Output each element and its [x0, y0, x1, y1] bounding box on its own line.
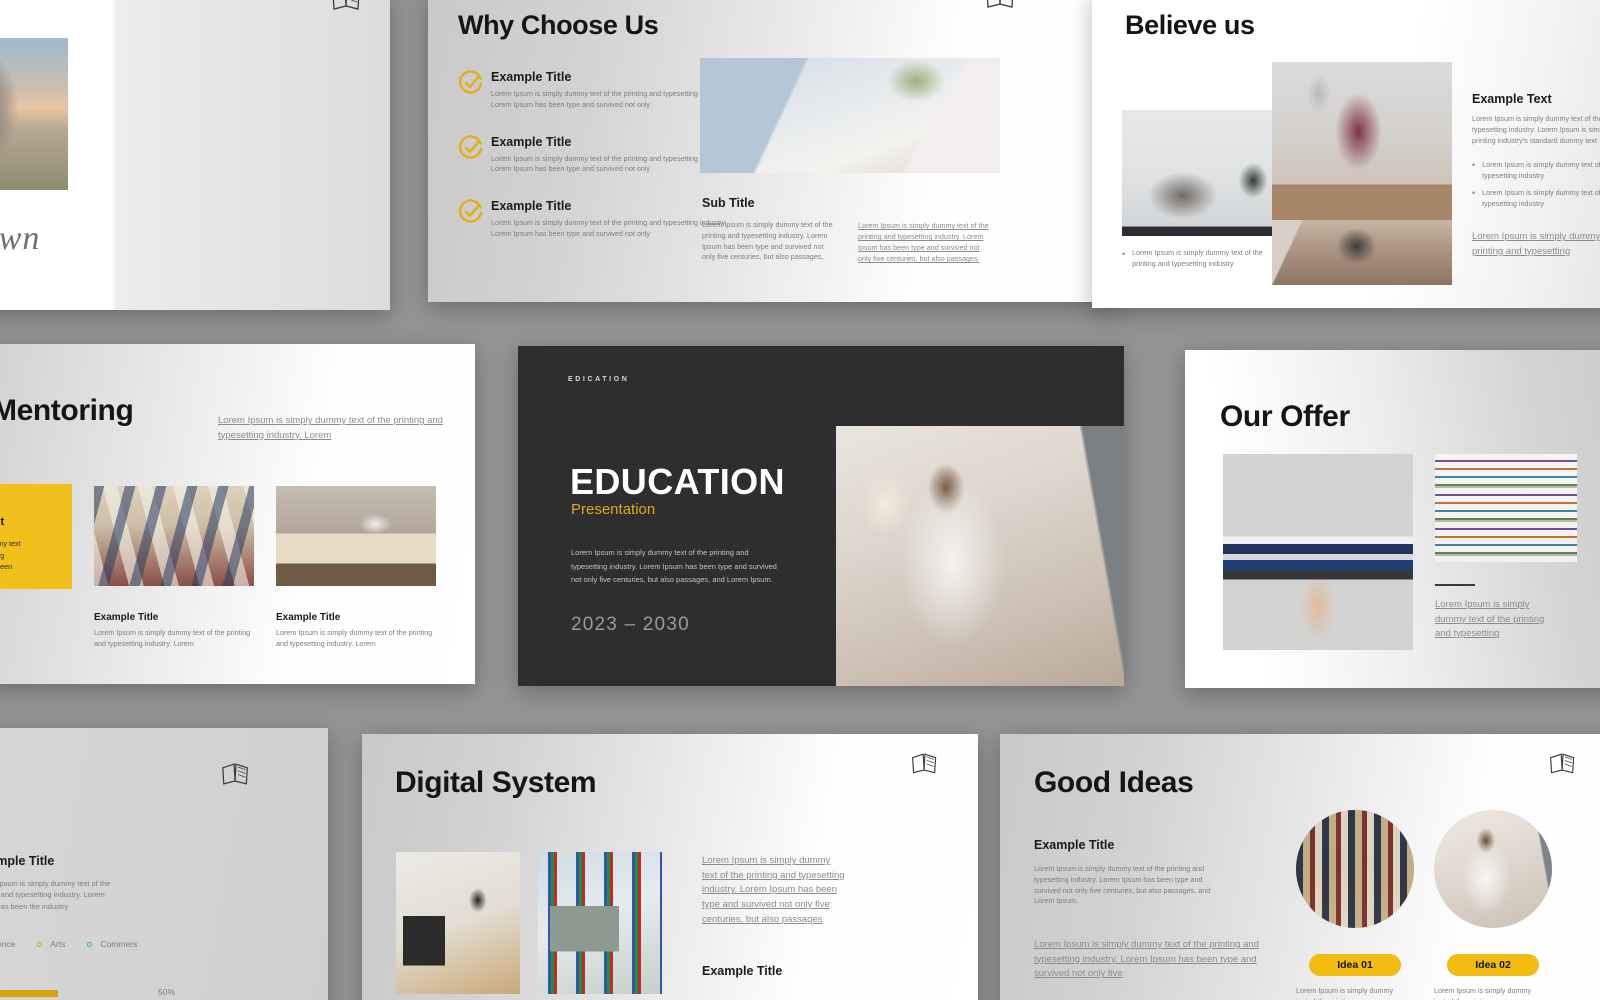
open-book-icon	[1548, 750, 1578, 776]
brown-intro-image	[0, 38, 68, 190]
mentoring-title: Mentoring	[0, 394, 134, 427]
idea-card[interactable]: Idea 02 Lorem Ipsum is simply dummy text…	[1434, 810, 1552, 1000]
legend-marker-arts	[37, 941, 43, 947]
legend-label-arts: Arts	[50, 939, 66, 949]
mentoring-card-title: Example Title	[94, 612, 159, 623]
believe-us-right-bullet-text: Lorem Ipsum is simply dummy text of the …	[1482, 188, 1600, 208]
our-offer-image-left	[1223, 454, 1413, 650]
digital-system-image-left	[396, 852, 520, 994]
believe-us-right-bullet: • Lorem Ipsum is simply dummy text of th…	[1472, 188, 1600, 210]
idea-card-image	[1434, 810, 1552, 928]
idea-card[interactable]: Idea 01 Lorem Ipsum is simply dummy text…	[1296, 810, 1414, 1000]
believe-us-title: Believe us	[1125, 10, 1255, 40]
mentoring-card[interactable]: Example Title Lorem Ipsum is simply dumm…	[276, 486, 436, 650]
mentoring-card-image	[94, 486, 254, 586]
open-book-icon	[910, 750, 940, 776]
good-ideas-link[interactable]: Lorem Ipsum is simply dummy text of the …	[1034, 938, 1260, 982]
believe-us-right-link[interactable]: Lorem Ipsum is simply dummy text of the …	[1472, 230, 1600, 259]
education-eyebrow: EDICATION	[568, 376, 630, 383]
idea-card-body: Lorem Ipsum is simply dummy text of the …	[1434, 986, 1532, 1000]
digital-system-slide[interactable]: Digital System Lorem Ipsum is simply dum…	[362, 734, 978, 1000]
progress-bar-fill	[0, 990, 58, 997]
open-book-icon	[984, 0, 1018, 10]
believe-us-image-right-top	[1272, 62, 1452, 220]
education-image	[836, 426, 1124, 686]
education-title: EDUCATION	[570, 461, 785, 502]
education-years: 2023 – 2030	[571, 614, 690, 635]
mentoring-card[interactable]: Example Title Lorem Ipsum is simply dumm…	[94, 486, 254, 650]
open-book-icon	[220, 760, 252, 787]
our-offer-link[interactable]: Lorem Ipsum is simply dummy text of the …	[1435, 598, 1553, 642]
idea-card-image	[1296, 810, 1414, 928]
why-choose-us-slide[interactable]: Why Choose Us Example Title Lorem Ipsum …	[428, 0, 1118, 302]
education-body: Lorem Ipsum is simply dummy text of the …	[571, 548, 777, 584]
digital-system-link[interactable]: Lorem Ipsum is simply dummy text of the …	[702, 854, 848, 928]
bullet-dot: •	[1472, 160, 1476, 170]
believe-us-left-bullet-text: Lorem Ipsum is simply dummy text of the …	[1132, 248, 1263, 268]
bullet-dot: •	[1472, 188, 1476, 198]
mentoring-card-body: Lorem Ipsum is simply dummy text of the …	[276, 628, 433, 648]
believe-us-image-right-bottom	[1272, 220, 1452, 285]
mentoring-yellow-card: Example Text Lorem Ipsum is simply dummy…	[0, 484, 72, 589]
slide-deck-canvas: n printing and typesetting survived not …	[0, 0, 1600, 1000]
yellow-card-body: Lorem Ipsum is simply dummy text of the …	[0, 539, 21, 572]
check-circle-icon	[458, 70, 483, 94]
idea-card-body: Lorem Ipsum is simply dummy text of the …	[1296, 986, 1394, 1000]
our-offer-image-right	[1435, 454, 1577, 562]
education-title-slide[interactable]: EDICATION EDUCATION Presentation Lorem I…	[518, 346, 1124, 686]
progress-bar-track	[0, 990, 142, 997]
brown-stats-slide[interactable]: rown dummy text of the g industry. Lorem…	[0, 728, 328, 1000]
mentoring-link[interactable]: Lorem Ipsum is simply dummy text of the …	[218, 414, 446, 443]
good-ideas-heading: Example Title	[1034, 838, 1115, 852]
believe-us-image-left	[1122, 110, 1282, 236]
believe-us-slide[interactable]: Believe us • Lorem Ipsum is simply dummy…	[1092, 0, 1600, 308]
our-offer-slide[interactable]: Our Offer Lorem Ipsum is simply dummy te…	[1185, 350, 1600, 688]
education-subtitle: Presentation	[571, 501, 656, 518]
sub-body-link[interactable]: Lorem Ipsum is simply dummy text of the …	[858, 220, 994, 265]
open-book-icon	[330, 0, 364, 12]
believe-us-right-bullet: • Lorem Ipsum is simply dummy text of th…	[1472, 160, 1600, 182]
mentoring-card-title: Example Title	[276, 612, 341, 623]
why-choose-us-title: Why Choose Us	[458, 10, 659, 40]
sub-body-left: Lorem Ipsum is simply dummy text of the …	[702, 220, 833, 262]
brown-intro-slide[interactable]: n printing and typesetting survived not …	[0, 0, 390, 310]
sub-title: Sub Title	[702, 196, 755, 210]
brown-stats-body: Lorem Ipsum is simply dummy text of the …	[0, 879, 111, 911]
mentoring-card-image	[276, 486, 436, 586]
believe-us-right-body: Lorem Ipsum is simply dummy text of the …	[1472, 114, 1600, 145]
mentoring-card-body: Lorem Ipsum is simply dummy text of the …	[94, 628, 251, 648]
brown-signature: Brown	[0, 220, 41, 257]
good-ideas-slide[interactable]: Good Ideas Example Title Lorem Ipsum is …	[1000, 734, 1600, 1000]
believe-us-right-heading: Example Text	[1472, 92, 1552, 106]
digital-system-sub-heading: Example Title	[702, 964, 783, 978]
check-circle-icon	[458, 199, 483, 223]
digital-system-image-right	[538, 852, 662, 994]
idea-card-badge[interactable]: Idea 01	[1309, 954, 1401, 976]
bullet-dot: •	[1122, 249, 1126, 259]
legend-label-science: Science	[0, 939, 16, 949]
digital-system-title: Digital System	[395, 766, 597, 799]
believe-us-left-bullet: • Lorem Ipsum is simply dummy text of th…	[1122, 248, 1272, 270]
yellow-card-title: Example Text	[0, 516, 5, 528]
why-choose-us-image	[700, 58, 1000, 173]
legend-marker-commers	[87, 941, 93, 947]
chart-legend: Science Arts Commers	[0, 938, 137, 951]
idea-card-badge[interactable]: Idea 02	[1447, 954, 1539, 976]
check-circle-icon	[458, 134, 483, 159]
progress-bar-value: 50%	[158, 987, 176, 997]
believe-us-right-bullet-text: Lorem Ipsum is simply dummy text of the …	[1482, 160, 1600, 180]
good-ideas-title: Good Ideas	[1034, 766, 1194, 799]
good-ideas-body: Lorem Ipsum is simply dummy text of the …	[1034, 864, 1211, 906]
our-offer-divider	[1435, 584, 1475, 586]
legend-label-commers: Commers	[100, 939, 138, 949]
our-offer-title: Our Offer	[1220, 400, 1350, 433]
mentoring-slide[interactable]: Mentoring Lorem Ipsum is simply dummy te…	[0, 344, 475, 684]
brown-stats-heading: Example Title	[0, 854, 55, 868]
